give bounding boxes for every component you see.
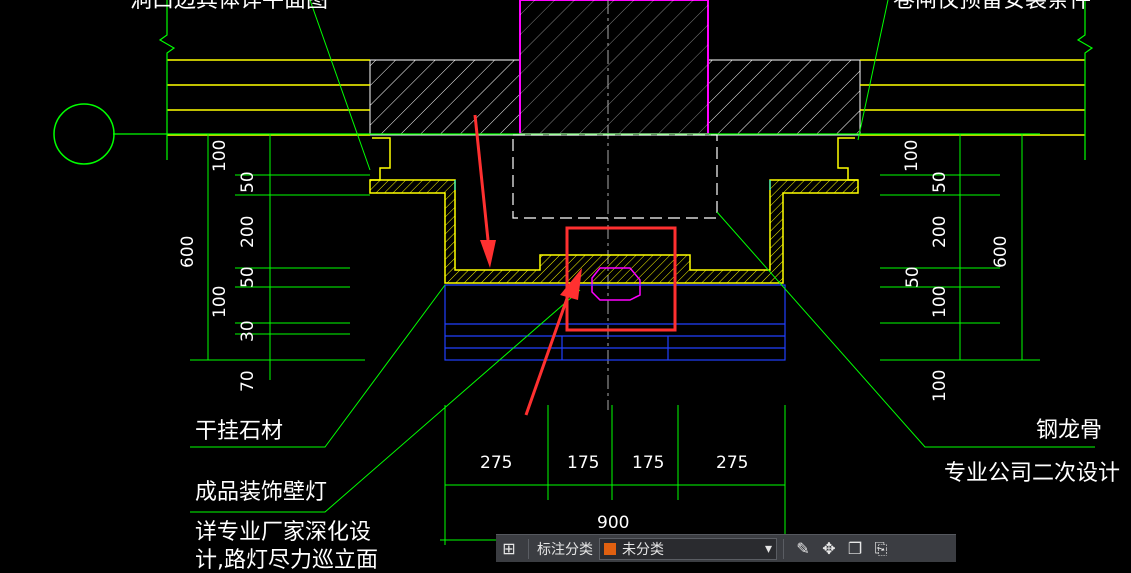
axis-circle	[53, 103, 115, 165]
left-dim-30: 30	[238, 320, 258, 342]
bottom-dim-275b: 275	[716, 453, 749, 473]
cyan-lines	[454, 180, 771, 190]
paste-icon[interactable]: ⎘	[868, 537, 894, 561]
right-dim-total: 600	[991, 235, 1011, 268]
layout-icon[interactable]: ⊞	[496, 537, 522, 561]
factory-detail-line2: 计,路灯尽力巡立面	[195, 548, 378, 573]
chevron-down-icon: ▾	[764, 540, 772, 557]
right-dim-100a: 100	[902, 139, 922, 172]
left-dim-100b: 100	[210, 285, 230, 318]
top-left-note: 洞口边其体详平面图	[130, 0, 329, 13]
right-dim-100b: 100	[930, 285, 950, 318]
top-right-note: 卷闸仪预留安装条件	[893, 0, 1092, 13]
copy-icon[interactable]: ❐	[842, 537, 868, 561]
right-dim-50a: 50	[930, 171, 950, 193]
left-dim-70: 70	[238, 370, 258, 392]
bottom-dim-175a: 175	[567, 453, 600, 473]
bottom-dim-175b: 175	[632, 453, 665, 473]
left-dim-200: 200	[238, 215, 258, 248]
move-icon[interactable]: ✥	[816, 537, 842, 561]
right-dim-200: 200	[930, 215, 950, 248]
annotation-toolbar: ⊞ 标注分类 未分类 ▾ ✎ ✥ ❐ ⎘	[496, 534, 956, 562]
left-dim-100a: 100	[210, 139, 230, 172]
factory-detail-line1: 详专业厂家深化设	[195, 520, 372, 545]
bottom-dim-275a: 275	[480, 453, 513, 473]
bottom-dim-total: 900	[597, 513, 630, 533]
right-dim-50b: 50	[903, 266, 923, 288]
steel-keel-label: 钢龙骨	[1036, 418, 1103, 443]
secondary-design-label: 专业公司二次设计	[944, 461, 1121, 486]
toolbar-divider	[783, 538, 784, 559]
stone-cladding	[444, 284, 786, 361]
category-select[interactable]: 未分类 ▾	[599, 537, 777, 560]
dry-hang-stone-label: 干挂石材	[195, 419, 284, 444]
ceiling-profile	[369, 137, 859, 284]
left-dim-50b: 50	[238, 266, 258, 288]
left-dim-total: 600	[178, 235, 198, 268]
category-value: 未分类	[622, 541, 664, 558]
wall-lamp-label: 成品装饰壁灯	[195, 480, 328, 505]
edit-icon[interactable]: ✎	[790, 537, 816, 561]
toolbar-divider	[528, 538, 529, 559]
category-color-swatch	[604, 542, 616, 555]
shutter-box	[512, 134, 718, 219]
right-dim-100c: 100	[930, 369, 950, 402]
left-dim-50a: 50	[238, 171, 258, 193]
category-label: 标注分类	[537, 541, 593, 558]
